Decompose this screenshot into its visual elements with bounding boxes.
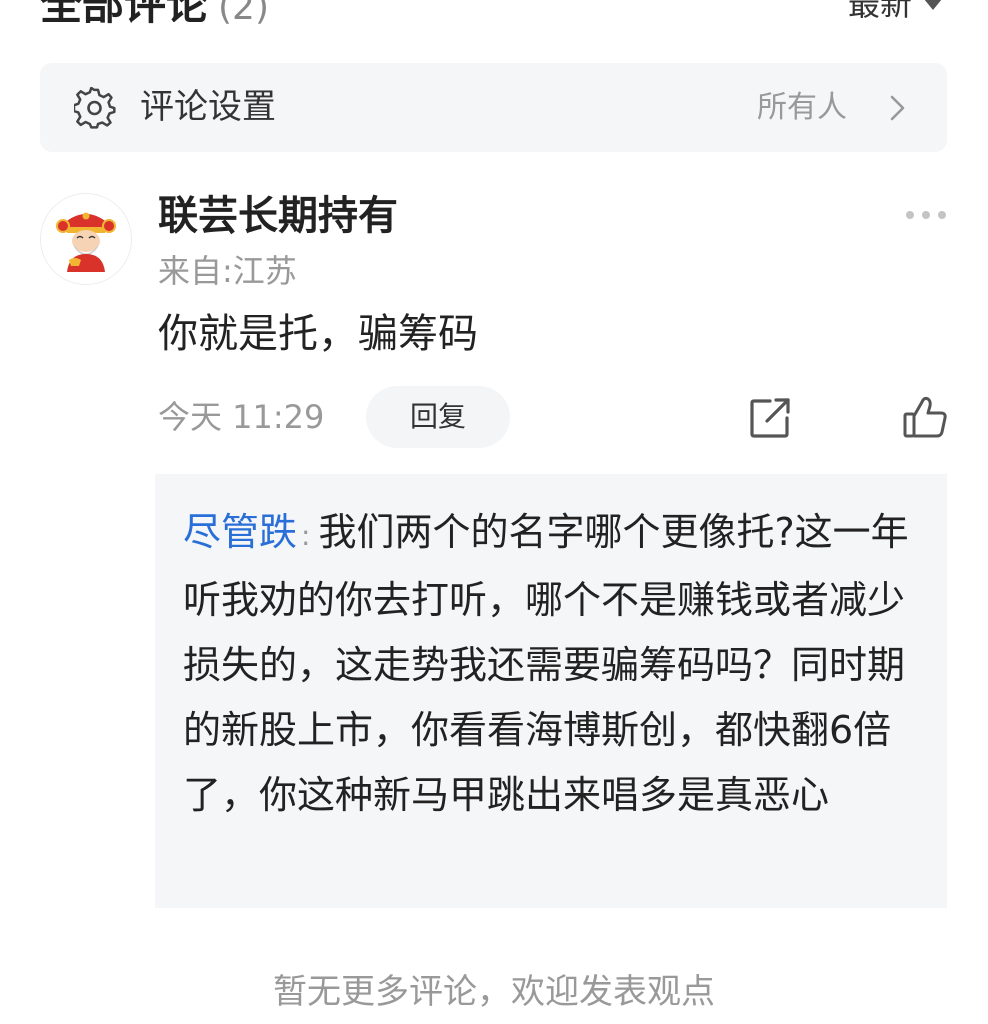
sort-label: 最新 <box>847 0 912 23</box>
reply-content: 尽管跌: 我们两个的名字哪个更像托?这一年听我劝的你去打听，哪个不是赚钱或者减少损… <box>183 500 923 828</box>
comment-time: 今天 11:29 <box>158 398 325 436</box>
share-icon[interactable] <box>748 396 792 440</box>
comment-location: 来自:江苏 <box>158 252 297 290</box>
comment-username[interactable]: 联芸长期持有 <box>158 188 398 244</box>
reply-separator: : <box>301 519 311 552</box>
comment-settings-bar[interactable]: 评论设置 所有人 <box>40 63 947 152</box>
settings-label: 评论设置 <box>140 87 276 127</box>
comments-header-title: 全部评论 (2) <box>40 0 269 33</box>
avatar[interactable] <box>40 193 132 285</box>
no-more-comments-note: 暂无更多评论，欢迎发表观点 <box>273 972 715 1012</box>
settings-value: 所有人 <box>757 90 847 125</box>
thumbs-up-icon[interactable] <box>902 394 948 440</box>
comment-text: 你就是托，骗筹码 <box>158 311 478 357</box>
sort-toggle[interactable]: 最新 <box>848 0 942 28</box>
comments-count: (2) <box>218 0 270 28</box>
reply-button[interactable]: 回复 <box>366 386 510 448</box>
caret-down-icon <box>924 0 942 10</box>
avatar-image <box>41 194 131 284</box>
reply-author[interactable]: 尽管跌 <box>183 510 297 554</box>
more-dots-icon[interactable] <box>904 208 948 222</box>
reply-text: 我们两个的名字哪个更像托?这一年听我劝的你去打听，哪个不是赚钱或者减少损失的，这… <box>183 510 909 817</box>
reply-box[interactable]: 尽管跌: 我们两个的名字哪个更像托?这一年听我劝的你去打听，哪个不是赚钱或者减少损… <box>155 474 947 908</box>
chevron-right-icon <box>890 95 905 121</box>
gear-icon <box>74 87 116 129</box>
comments-title: 全部评论 <box>40 0 209 29</box>
